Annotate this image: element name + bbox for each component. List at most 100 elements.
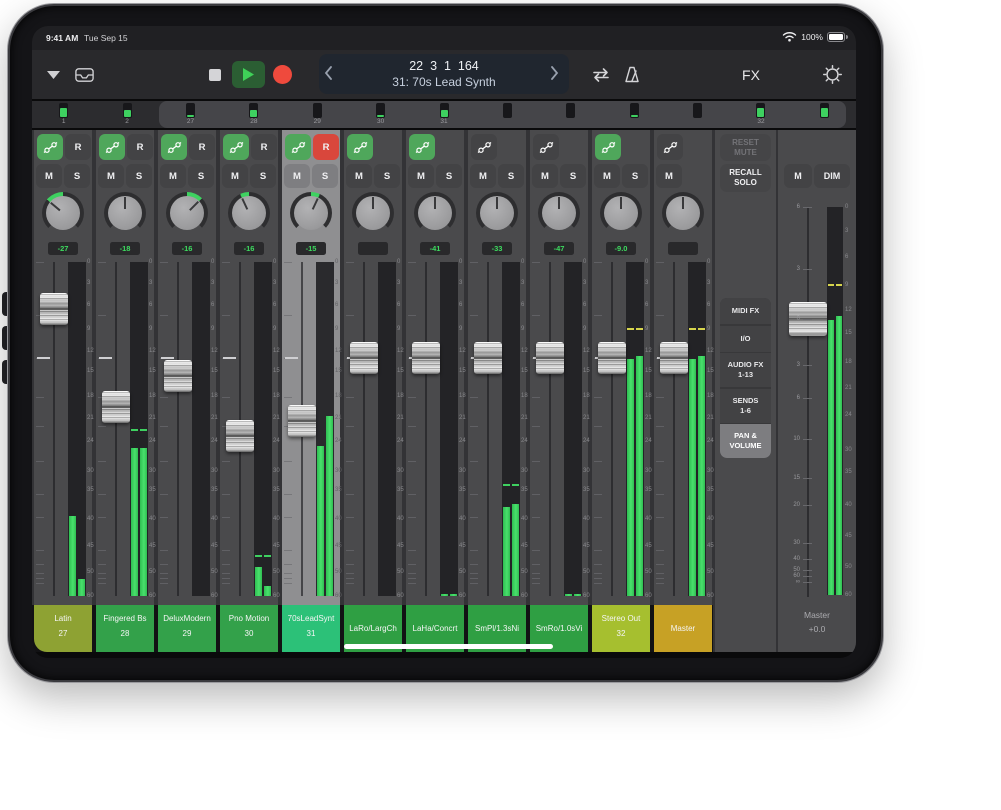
track-label-master-strip[interactable]: Master [654, 605, 712, 652]
pan-knob[interactable] [166, 192, 208, 234]
project-tray-icon[interactable] [72, 50, 96, 99]
pan-knob[interactable] [228, 192, 270, 234]
fader-handle[interactable] [102, 391, 130, 423]
lcd-display[interactable]: 22 3 1 164 31: 70s Lead Synth [319, 54, 569, 94]
fader-handle[interactable] [536, 342, 564, 374]
fader-handle[interactable] [40, 293, 68, 325]
mute-button[interactable]: M [532, 164, 558, 188]
overview-track[interactable] [603, 101, 666, 128]
record-button[interactable] [273, 65, 292, 84]
fader-handle[interactable] [288, 405, 316, 437]
mute-button[interactable]: M [284, 164, 310, 188]
automation-button[interactable] [161, 134, 187, 160]
automation-button[interactable] [347, 134, 373, 160]
reset-mute-button[interactable]: RESET MUTE [720, 134, 771, 161]
mute-button[interactable]: M [346, 164, 372, 188]
track-label-deluxmodern[interactable]: DeluxModern29 [158, 605, 216, 652]
pan-knob[interactable] [538, 192, 580, 234]
fader-handle[interactable] [164, 360, 192, 392]
automation-button[interactable] [657, 134, 683, 160]
stop-button[interactable] [206, 50, 224, 99]
automation-record-button[interactable]: R [65, 134, 91, 160]
automation-record-button[interactable]: R [313, 134, 339, 160]
pan-knob[interactable] [414, 192, 456, 234]
fader-handle[interactable] [350, 342, 378, 374]
fx-button[interactable]: FX [736, 50, 766, 99]
settings-icon[interactable] [821, 50, 843, 99]
automation-button[interactable] [223, 134, 249, 160]
pan-knob[interactable] [600, 192, 642, 234]
pan-knob[interactable] [476, 192, 518, 234]
overview-track[interactable]: 2 [95, 101, 158, 128]
mute-button[interactable]: M [160, 164, 186, 188]
view-button-audio-fx[interactable]: AUDIO FX 1-13 [720, 353, 771, 387]
automation-button[interactable] [37, 134, 63, 160]
overview-track[interactable]: 28 [222, 101, 285, 128]
overview-track[interactable]: 29 [286, 101, 349, 128]
overview-track[interactable] [793, 101, 856, 128]
pan-knob[interactable] [104, 192, 146, 234]
chevron-down-icon[interactable] [44, 50, 62, 99]
cycle-icon[interactable] [588, 50, 614, 99]
fader-handle[interactable] [474, 342, 502, 374]
mute-button[interactable]: M [98, 164, 124, 188]
master-mute-button[interactable]: M [784, 164, 812, 188]
overview-track[interactable] [666, 101, 729, 128]
overview-track[interactable] [539, 101, 602, 128]
track-label-latin[interactable]: Latin27 [34, 605, 92, 652]
view-button-pan-volume[interactable]: PAN & VOLUME [720, 424, 771, 458]
fader-handle[interactable] [412, 342, 440, 374]
overview-track[interactable] [476, 101, 539, 128]
track-label-stereo-out[interactable]: Stereo Out32 [592, 605, 650, 652]
automation-record-button[interactable]: R [127, 134, 153, 160]
automation-button[interactable] [285, 134, 311, 160]
overview-mini-meter [249, 103, 258, 118]
mute-button[interactable]: M [594, 164, 620, 188]
solo-button[interactable]: S [374, 164, 400, 188]
mute-button[interactable]: M [656, 164, 682, 188]
solo-button[interactable]: S [126, 164, 152, 188]
solo-button[interactable]: S [312, 164, 338, 188]
solo-button[interactable]: S [498, 164, 524, 188]
overview-track[interactable]: 30 [349, 101, 412, 128]
track-label-fingered-bs[interactable]: Fingered Bs28 [96, 605, 154, 652]
mute-button[interactable]: M [222, 164, 248, 188]
solo-button[interactable]: S [64, 164, 90, 188]
pan-knob[interactable] [42, 192, 84, 234]
overview-track[interactable]: 31 [412, 101, 475, 128]
automation-record-button[interactable]: R [189, 134, 215, 160]
track-label-pno-motion[interactable]: Pno Motion30 [220, 605, 278, 652]
automation-button[interactable] [471, 134, 497, 160]
recall-solo-button[interactable]: RECALL SOLO [720, 164, 771, 192]
solo-button[interactable]: S [622, 164, 648, 188]
overview-track[interactable]: 27 [159, 101, 222, 128]
track-label-70sleadsynt[interactable]: 70sLeadSynt31 [282, 605, 340, 652]
solo-button[interactable]: S [188, 164, 214, 188]
fader-handle[interactable] [226, 420, 254, 452]
fader-handle[interactable] [660, 342, 688, 374]
pan-knob[interactable] [352, 192, 394, 234]
view-button-sends[interactable]: SENDS 1-6 [720, 389, 771, 423]
mute-button[interactable]: M [470, 164, 496, 188]
fader-handle[interactable] [598, 342, 626, 374]
overview-track[interactable]: 32 [729, 101, 792, 128]
view-button-midi-fx[interactable]: MIDI FX [720, 298, 771, 324]
solo-button[interactable]: S [436, 164, 462, 188]
solo-button[interactable]: S [250, 164, 276, 188]
automation-record-button[interactable]: R [251, 134, 277, 160]
solo-button[interactable]: S [560, 164, 586, 188]
metronome-icon[interactable] [620, 50, 644, 99]
pan-knob[interactable] [290, 192, 332, 234]
view-button-io[interactable]: I/O [720, 326, 771, 352]
mute-button[interactable]: M [36, 164, 62, 188]
automation-button[interactable] [99, 134, 125, 160]
track-overview-strip[interactable]: 122728293031 32 [32, 101, 856, 128]
mute-button[interactable]: M [408, 164, 434, 188]
play-button[interactable] [232, 61, 265, 88]
pan-knob[interactable] [662, 192, 704, 234]
overview-track[interactable]: 1 [32, 101, 95, 128]
automation-button[interactable] [533, 134, 559, 160]
master-dim-button[interactable]: DIM [814, 164, 850, 188]
automation-button[interactable] [595, 134, 621, 160]
automation-button[interactable] [409, 134, 435, 160]
